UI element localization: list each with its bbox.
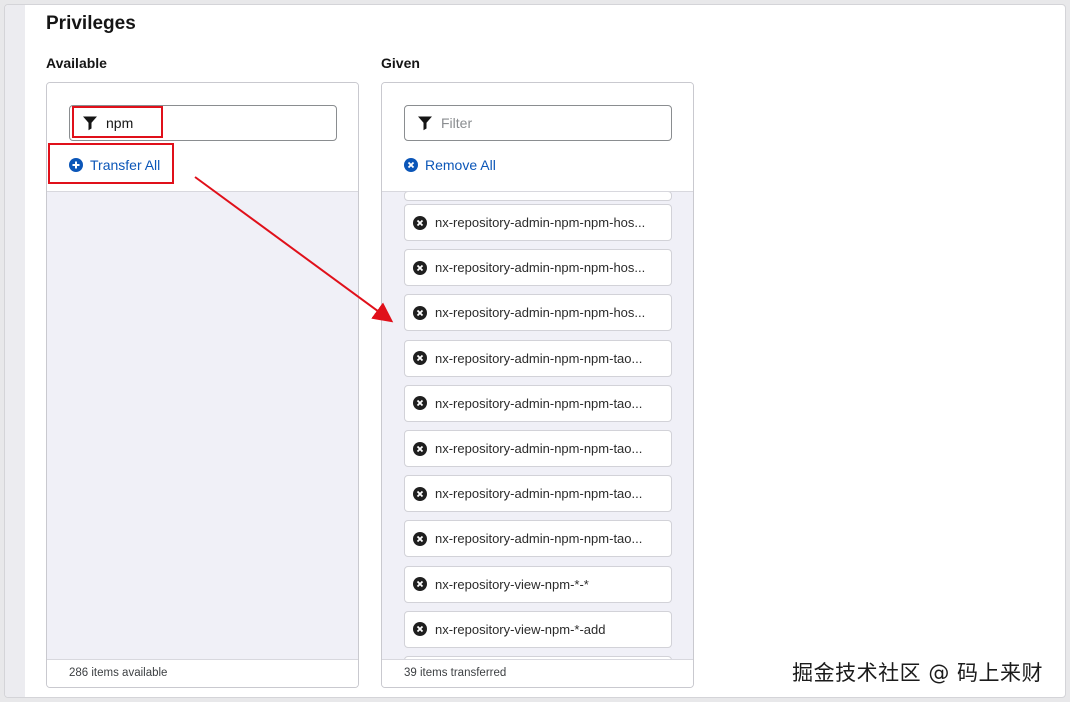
transfer-all-button[interactable]: Transfer All [69,157,160,173]
given-list-item[interactable]: nx-repository-admin-npm-npm-tao... [404,430,672,467]
remove-item-icon[interactable] [413,215,427,230]
given-list-item[interactable]: nx-repository-admin-npm-npm-tao... [404,339,672,377]
available-count: 286 items available [47,659,358,687]
given-label: Given [381,55,420,71]
given-list-item[interactable]: nx-repository-admin-npm-npm-tao... [404,475,672,513]
remove-item-icon[interactable] [413,622,427,637]
given-count: 39 items transferred [382,659,693,687]
given-item-label: nx-repository-admin-npm-npm-tao... [435,441,643,456]
given-filter-input[interactable] [441,115,641,131]
remove-all-button[interactable]: Remove All [404,157,496,173]
available-filter-input[interactable] [106,115,306,131]
given-filter[interactable] [404,105,672,141]
available-toolbar: Transfer All [47,83,358,192]
given-list-item[interactable]: nx-repository-admin-npm-npm-hos... [404,294,672,332]
given-list-item[interactable]: nx-repository-view-npm-*-* [404,565,672,603]
available-list[interactable] [47,192,358,660]
transfer-all-label: Transfer All [90,157,161,173]
given-item-label: nx-repository-admin-npm-npm-tao... [435,350,643,366]
filter-funnel-icon [418,116,432,131]
given-item-label: nx-repository-admin-npm-npm-hos... [435,260,646,276]
given-list-item[interactable]: nx-repository-admin-npm-npm-hos... [404,249,672,287]
remove-item-icon[interactable] [413,396,427,411]
given-list[interactable]: nx-repository-admin-npm-npm-hos... nx-rep… [382,192,693,660]
remove-item-icon[interactable] [413,305,427,320]
remove-item-icon[interactable] [413,531,427,546]
remove-item-icon[interactable] [413,351,427,366]
available-filter[interactable] [69,105,337,141]
privileges-section: Privileges Available Given Transfer All … [4,4,1066,698]
given-item-label: nx-repository-view-npm-*-add [435,621,606,637]
left-gutter [5,5,25,697]
remove-all-label: Remove All [425,157,496,173]
given-item-label: nx-repository-admin-npm-npm-tao... [435,486,643,502]
given-list-item[interactable]: nx-repository-admin-npm-npm-tao... [404,520,672,558]
watermark-text: 掘金技术社区 @ 码上来财 [792,661,1043,685]
given-list-item[interactable]: nx-repository-view-npm-*-add [404,610,672,648]
given-item-label: nx-repository-admin-npm-npm-tao... [435,531,643,547]
remove-item-icon[interactable] [413,260,427,275]
filter-funnel-icon [83,116,97,131]
given-list-item[interactable]: nx-repository-admin-npm-npm-hos... [404,204,672,241]
available-panel: Transfer All 286 items available [46,82,359,688]
remove-item-icon[interactable] [413,486,427,501]
section-title: Privileges [46,13,136,34]
remove-item-icon[interactable] [413,441,427,456]
remove-item-icon[interactable] [413,577,427,592]
times-circle-icon [404,158,418,172]
given-item-label: nx-repository-view-npm-*-* [435,576,589,592]
given-item-label: nx-repository-admin-npm-npm-hos... [435,215,646,230]
available-label: Available [46,55,107,71]
given-panel: Remove All nx-repository-admin-npm-npm-h… [381,82,694,688]
given-item-label: nx-repository-admin-npm-npm-hos... [435,305,646,321]
list-item-partial[interactable] [404,192,672,201]
given-item-label: nx-repository-admin-npm-npm-tao... [435,395,643,411]
given-list-item[interactable]: nx-repository-admin-npm-npm-tao... [404,384,672,422]
plus-circle-icon [69,158,83,172]
given-toolbar: Remove All [382,83,693,192]
